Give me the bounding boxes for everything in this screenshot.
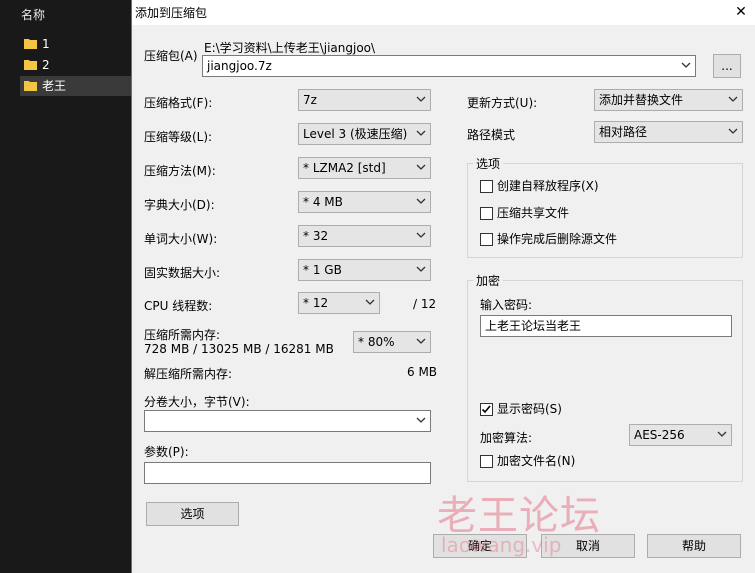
volume-size-combo[interactable] (144, 410, 431, 432)
password-label: 输入密码: (480, 298, 533, 312)
parameters-label: 参数(P): (144, 445, 189, 459)
browse-button[interactable]: ... (713, 54, 741, 78)
name-column-header[interactable]: 名称 (0, 0, 131, 30)
folder-item-2[interactable]: 2 (20, 55, 131, 75)
cancel-button[interactable]: 取消 (541, 534, 635, 558)
format-select[interactable]: 7z (298, 89, 431, 111)
compress-memory-detail: 728 MB / 13025 MB / 16281 MB (144, 342, 334, 356)
format-label: 压缩格式(F): (144, 96, 213, 110)
compress-shared-label: 压缩共享文件 (497, 206, 570, 220)
folder-icon (24, 60, 37, 70)
encrypt-filenames-checkbox[interactable]: 加密文件名(N) (480, 454, 575, 470)
level-label: 压缩等级(L): (144, 130, 213, 144)
chevron-down-icon (416, 266, 426, 272)
dictionary-value: * 4 MB (303, 195, 343, 209)
add-to-archive-dialog: 添加到压缩包 ✕ 压缩包(A) E:\学习资料\上传老王\jiangjoo\ j… (131, 0, 755, 573)
format-value: 7z (303, 93, 317, 107)
file-explorer-pane: 名称 1 2 老王 (0, 0, 131, 573)
level-select[interactable]: Level 3 (极速压缩) (298, 123, 431, 145)
compress-shared-checkbox[interactable]: 压缩共享文件 (480, 206, 569, 222)
chevron-down-icon (717, 431, 727, 437)
word-size-value: * 32 (303, 229, 329, 243)
help-button[interactable]: 帮助 (647, 534, 741, 558)
word-size-select[interactable]: * 32 (298, 225, 431, 247)
chevron-down-icon (728, 128, 738, 134)
options-button[interactable]: 选项 (146, 502, 239, 526)
chevron-down-icon (416, 338, 426, 344)
chevron-down-icon (681, 62, 691, 68)
chevron-down-icon (728, 96, 738, 102)
create-sfx-checkbox[interactable]: 创建自释放程序(X) (480, 179, 599, 195)
method-label: 压缩方法(M): (144, 164, 216, 178)
show-password-checkbox[interactable]: 显示密码(S) (480, 402, 562, 418)
encryption-method-select[interactable]: AES-256 (629, 424, 732, 446)
checkmark-icon (481, 405, 491, 414)
chevron-down-icon (416, 417, 426, 423)
folder-item-laowang[interactable]: 老王 (20, 76, 131, 96)
memory-usage-select[interactable]: * 80% (353, 331, 431, 353)
checkbox-box (480, 207, 493, 220)
show-password-label: 显示密码(S) (497, 402, 562, 416)
volume-size-label: 分卷大小，字节(V): (144, 395, 250, 409)
chevron-down-icon (416, 198, 426, 204)
dialog-titlebar[interactable]: 添加到压缩包 ✕ (132, 0, 755, 25)
archive-name-combo[interactable]: jiangjoo.7z (202, 55, 696, 77)
checkbox-box (480, 233, 493, 246)
close-icon[interactable]: ✕ (730, 1, 752, 23)
cpu-threads-max: / 12 (413, 297, 437, 311)
memory-usage-value: * 80% (358, 335, 395, 349)
cpu-threads-select[interactable]: * 12 (298, 292, 380, 314)
folder-label: 老王 (42, 79, 67, 93)
create-sfx-label: 创建自释放程序(X) (497, 179, 599, 193)
solid-block-label: 固实数据大小: (144, 266, 221, 280)
checkbox-box (480, 403, 493, 416)
solid-block-value: * 1 GB (303, 263, 342, 277)
chevron-down-icon (416, 164, 426, 170)
folder-label: 2 (42, 58, 50, 72)
archive-label: 压缩包(A) (144, 49, 198, 63)
update-mode-value: 添加并替换文件 (599, 93, 684, 107)
archive-name-value: jiangjoo.7z (207, 59, 272, 73)
chevron-down-icon (365, 299, 375, 305)
dictionary-select[interactable]: * 4 MB (298, 191, 431, 213)
level-value: Level 3 (极速压缩) (303, 127, 408, 141)
encryption-group-title: 加密 (473, 272, 504, 289)
path-mode-label: 路径模式 (467, 128, 516, 142)
folder-item-1[interactable]: 1 (20, 34, 131, 54)
delete-after-label: 操作完成后删除源文件 (497, 232, 618, 246)
solid-block-select[interactable]: * 1 GB (298, 259, 431, 281)
ok-button[interactable]: 确定 (433, 534, 527, 558)
path-mode-value: 相对路径 (599, 125, 648, 139)
update-mode-label: 更新方式(U): (467, 96, 538, 110)
cpu-threads-value: * 12 (303, 296, 329, 310)
word-size-label: 单词大小(W): (144, 232, 218, 246)
parameters-input[interactable] (144, 462, 431, 484)
decompress-memory-value: 6 MB (407, 365, 438, 379)
method-value: * LZMA2 [std] (303, 161, 386, 175)
dialog-title: 添加到压缩包 (135, 6, 208, 20)
checkbox-box (480, 455, 493, 468)
folder-icon (24, 81, 37, 91)
path-mode-select[interactable]: 相对路径 (594, 121, 743, 143)
method-select[interactable]: * LZMA2 [std] (298, 157, 431, 179)
dictionary-label: 字典大小(D): (144, 198, 215, 212)
folder-label: 1 (42, 37, 50, 51)
folder-icon (24, 39, 37, 49)
cpu-threads-label: CPU 线程数: (144, 299, 213, 313)
encryption-method-label: 加密算法: (480, 431, 533, 445)
delete-after-checkbox[interactable]: 操作完成后删除源文件 (480, 232, 617, 248)
update-mode-select[interactable]: 添加并替换文件 (594, 89, 743, 111)
options-group-title: 选项 (473, 155, 504, 172)
chevron-down-icon (416, 232, 426, 238)
chevron-down-icon (416, 96, 426, 102)
encryption-method-value: AES-256 (634, 428, 685, 442)
archive-path: E:\学习资料\上传老王\jiangjoo\ (204, 41, 376, 55)
password-input[interactable]: 上老王论坛当老王 (480, 315, 732, 337)
encrypt-filenames-label: 加密文件名(N) (497, 454, 576, 468)
chevron-down-icon (416, 130, 426, 136)
checkbox-box (480, 180, 493, 193)
compress-memory-label: 压缩所需内存: (144, 328, 221, 342)
decompress-memory-label: 解压缩所需内存: (144, 367, 233, 381)
